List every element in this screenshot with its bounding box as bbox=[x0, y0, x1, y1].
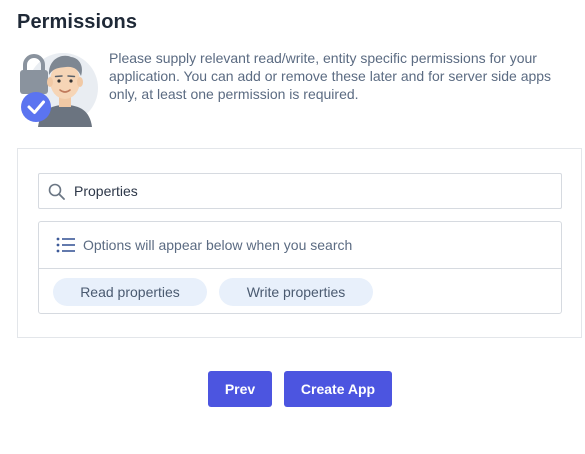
prev-button[interactable]: Prev bbox=[208, 371, 272, 407]
chip-write-properties[interactable]: Write properties bbox=[219, 278, 373, 306]
options-hint-row: Options will appear below when you searc… bbox=[39, 222, 561, 269]
permissions-description: Please supply relevant read/write, entit… bbox=[109, 50, 552, 102]
permission-search-box[interactable] bbox=[38, 173, 562, 209]
search-icon bbox=[48, 183, 65, 200]
options-hint-text: Options will appear below when you searc… bbox=[83, 237, 353, 253]
chip-read-properties[interactable]: Read properties bbox=[53, 278, 207, 306]
permission-search-input[interactable] bbox=[74, 174, 554, 208]
list-icon bbox=[56, 237, 75, 253]
page-title: Permissions bbox=[17, 11, 138, 33]
permission-options-list: Options will appear below when you searc… bbox=[38, 221, 562, 314]
user-lock-illustration bbox=[16, 45, 98, 127]
create-app-button[interactable]: Create App bbox=[284, 371, 392, 407]
permissions-page: Permissions Please supply relevant read/… bbox=[0, 0, 585, 454]
